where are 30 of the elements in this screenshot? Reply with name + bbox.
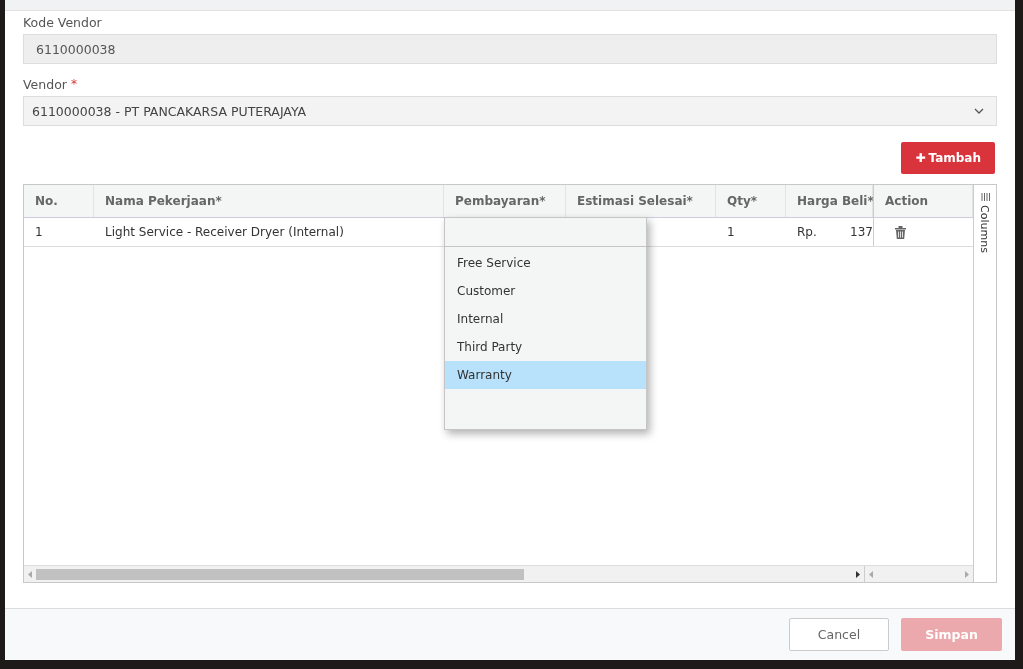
required-mark: * <box>70 77 77 92</box>
column-header[interactable]: Harga Beli* <box>786 185 873 217</box>
column-header[interactable]: Qty* <box>716 185 786 217</box>
add-button[interactable]: ✚ Tambah <box>901 142 995 174</box>
cancel-button[interactable]: Cancel <box>789 618 889 651</box>
scroll-right-icon[interactable] <box>856 570 860 578</box>
column-header[interactable]: Action <box>873 185 973 217</box>
dropdown-option[interactable]: Third Party <box>445 333 646 361</box>
column-header[interactable]: Nama Pekerjaan* <box>94 185 444 217</box>
kode-vendor-field[interactable]: 6110000038 <box>23 34 997 64</box>
table-cell-text: 1 <box>34 224 44 241</box>
trash-icon[interactable] <box>895 225 906 239</box>
price-value: 137 <box>850 225 873 239</box>
vendor-select[interactable]: 6110000038 - PT PANCAKARSA PUTERAJAYA <box>23 96 997 126</box>
dropdown-option[interactable]: Internal <box>445 305 646 333</box>
currency-label: Rp. <box>797 225 817 239</box>
scroll-left-icon[interactable] <box>869 570 873 578</box>
table-cell-text: Light Service - Receiver Dryer (Internal) <box>104 224 345 241</box>
chevron-down-icon <box>974 108 984 114</box>
column-header[interactable]: No. <box>24 185 94 217</box>
columns-label: Columns <box>979 205 991 253</box>
columns-icon <box>980 193 990 201</box>
dropdown-option[interactable]: Warranty <box>445 361 646 389</box>
dropdown-option[interactable]: Free Service <box>445 249 646 277</box>
columns-panel-tab[interactable]: Columns <box>974 185 996 582</box>
dropdown-option[interactable]: Customer <box>445 277 646 305</box>
scroll-left-icon[interactable] <box>28 570 32 578</box>
field-label: Kode Vendor <box>23 15 103 30</box>
table-cell-text: 1 <box>726 224 736 241</box>
field-label: Vendor <box>23 77 67 92</box>
